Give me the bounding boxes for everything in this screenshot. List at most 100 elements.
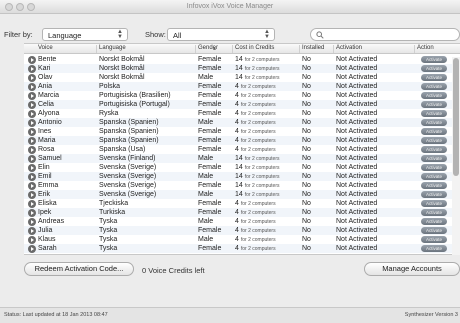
table-row[interactable]: Alyona Ryska Female 4 for 2 computers No Not … — [24, 109, 460, 118]
activate-button[interactable]: Activate — [421, 101, 447, 108]
table-row[interactable]: Samuel Svenska (Finland) Male 14 for 2 comp… — [24, 154, 460, 163]
popup-arrows-icon: ▲ ▼ — [117, 29, 123, 40]
table-row[interactable]: Antonio Spanska (Spanien) Male 4 for 2 comp… — [24, 118, 460, 127]
activate-button[interactable]: Activate — [421, 245, 447, 252]
activate-button[interactable]: Activate — [421, 119, 447, 126]
play-icon[interactable] — [28, 227, 36, 235]
search-input[interactable] — [310, 28, 460, 41]
play-icon[interactable] — [28, 74, 36, 82]
play-icon[interactable] — [28, 119, 36, 127]
column-header-installed[interactable]: Installed — [302, 45, 324, 51]
column-header-language[interactable]: Language — [99, 45, 126, 51]
play-icon[interactable] — [28, 65, 36, 73]
voice-activation: Not Activated — [336, 146, 378, 153]
table-row[interactable]: Ania Polska Female 4 for 2 computers No Not A… — [24, 82, 460, 91]
voice-installed: No — [302, 245, 311, 252]
table-row[interactable]: Sarah Tyska Female 4 for 2 computers No Not A… — [24, 244, 460, 253]
voice-gender: Male — [198, 191, 214, 198]
activate-button[interactable]: Activate — [421, 191, 447, 198]
play-icon[interactable] — [28, 110, 36, 118]
column-header-voice[interactable]: Voice — [38, 45, 53, 51]
filter-select[interactable]: Language ▲ ▼ — [42, 28, 128, 41]
activate-button[interactable]: Activate — [421, 74, 447, 81]
redeem-activation-code-button[interactable]: Redeem Activation Code... — [24, 262, 134, 276]
activate-button[interactable]: Activate — [421, 182, 447, 189]
table-row[interactable]: Andreas Tyska Male 4 for 2 computers No Not A… — [24, 217, 460, 226]
voice-cost: 4 for 2 computers — [235, 83, 276, 90]
cost-suffix: for 2 computers — [244, 165, 280, 171]
table-row[interactable]: Celia Portugisiska (Portugal) Female 4 for … — [24, 100, 460, 109]
voice-language: Spanska (Usa) — [99, 146, 146, 153]
table-row[interactable]: Ines Spanska (Spanien) Female 4 for 2 compu… — [24, 127, 460, 136]
column-header-gender[interactable]: Gender — [198, 45, 218, 51]
show-select[interactable]: All ▲ ▼ — [167, 28, 275, 41]
play-icon[interactable] — [28, 137, 36, 145]
voice-gender: Female — [198, 146, 222, 153]
activate-button[interactable]: Activate — [421, 218, 447, 225]
column-header-cost[interactable]: Cost in Credits — [235, 45, 274, 51]
activate-button[interactable]: Activate — [421, 209, 447, 216]
activate-button[interactable]: Activate — [421, 173, 447, 180]
activate-button[interactable]: Activate — [421, 128, 447, 135]
play-icon[interactable] — [28, 245, 36, 253]
voice-language: Tjeckiska — [99, 200, 129, 207]
play-icon[interactable] — [28, 155, 36, 163]
cost-suffix: for 2 computers — [240, 111, 276, 117]
table-row[interactable]: Elin Svenska (Sverige) Female 14 for 2 comp… — [24, 163, 460, 172]
voice-gender: Female — [198, 209, 222, 216]
play-icon[interactable] — [28, 128, 36, 136]
voice-name: Bente — [38, 56, 57, 63]
column-header-activation[interactable]: Activation — [336, 45, 362, 51]
table-row[interactable]: Emma Svenska (Sverige) Female 14 for 2 comp… — [24, 181, 460, 190]
activate-button[interactable]: Activate — [421, 56, 447, 63]
voice-installed: No — [302, 146, 311, 153]
play-icon[interactable] — [28, 182, 36, 190]
activate-button[interactable]: Activate — [421, 164, 447, 171]
manage-accounts-button[interactable]: Manage Accounts — [364, 262, 460, 276]
play-icon[interactable] — [28, 200, 36, 208]
play-icon[interactable] — [28, 101, 36, 109]
play-icon[interactable] — [28, 83, 36, 91]
table-row[interactable]: Emil Svenska (Sverige) Male 14 for 2 comput… — [24, 172, 460, 181]
activate-button[interactable]: Activate — [421, 146, 447, 153]
activate-button[interactable]: Activate — [421, 110, 447, 117]
voice-language: Ryska — [99, 110, 119, 117]
voice-cost: 4 for 2 computers — [235, 146, 276, 153]
table-row[interactable]: Ipek Turkiska Female 4 for 2 computers No Not… — [24, 208, 460, 217]
activate-button[interactable]: Activate — [421, 83, 447, 90]
table-row[interactable]: Julia Tyska Female 4 for 2 computers No Not A… — [24, 226, 460, 235]
play-icon[interactable] — [28, 146, 36, 154]
play-icon[interactable] — [28, 236, 36, 244]
table-row[interactable]: Maria Spanska (Spanien) Female 4 for 2 comp… — [24, 136, 460, 145]
activate-button[interactable]: Activate — [421, 236, 447, 243]
column-header-action[interactable]: Action — [417, 45, 434, 51]
table-row[interactable]: Bente Norskt Bokmål Female 14 for 2 compute… — [24, 55, 460, 64]
activate-button[interactable]: Activate — [421, 227, 447, 234]
voice-activation: Not Activated — [336, 137, 378, 144]
play-icon[interactable] — [28, 173, 36, 181]
table-row[interactable]: Klaus Tyska Male 4 for 2 computers No Not Act… — [24, 235, 460, 244]
play-icon[interactable] — [28, 92, 36, 100]
voice-activation: Not Activated — [336, 128, 378, 135]
play-icon[interactable] — [28, 164, 36, 172]
table-scroll-thumb[interactable] — [453, 58, 459, 176]
voice-activation: Not Activated — [336, 74, 378, 81]
voice-name: Marcia — [38, 92, 60, 99]
cost-suffix: for 2 computers — [240, 228, 276, 234]
table-row[interactable]: Rosa Spanska (Usa) Female 4 for 2 computers… — [24, 145, 460, 154]
table-row[interactable]: Olav Norskt Bokmål Male 14 for 2 computers N… — [24, 73, 460, 82]
activate-button[interactable]: Activate — [421, 65, 447, 72]
play-icon[interactable] — [28, 191, 36, 199]
table-row[interactable]: Marcia Portugisiska (Brasilien) Female 4 fo… — [24, 91, 460, 100]
table-row[interactable]: Erik Svenska (Sverige) Male 14 for 2 comput… — [24, 190, 460, 199]
play-icon[interactable] — [28, 56, 36, 64]
activate-button[interactable]: Activate — [421, 92, 447, 99]
activate-button[interactable]: Activate — [421, 155, 447, 162]
table-row[interactable]: Eliska Tjeckiska Female 4 for 2 computers No… — [24, 199, 460, 208]
voice-gender: Male — [198, 218, 214, 225]
play-icon[interactable] — [28, 218, 36, 226]
play-icon[interactable] — [28, 209, 36, 217]
table-row[interactable]: Kari Norskt Bokmål Female 14 for 2 computer… — [24, 64, 460, 73]
activate-button[interactable]: Activate — [421, 200, 447, 207]
activate-button[interactable]: Activate — [421, 137, 447, 144]
